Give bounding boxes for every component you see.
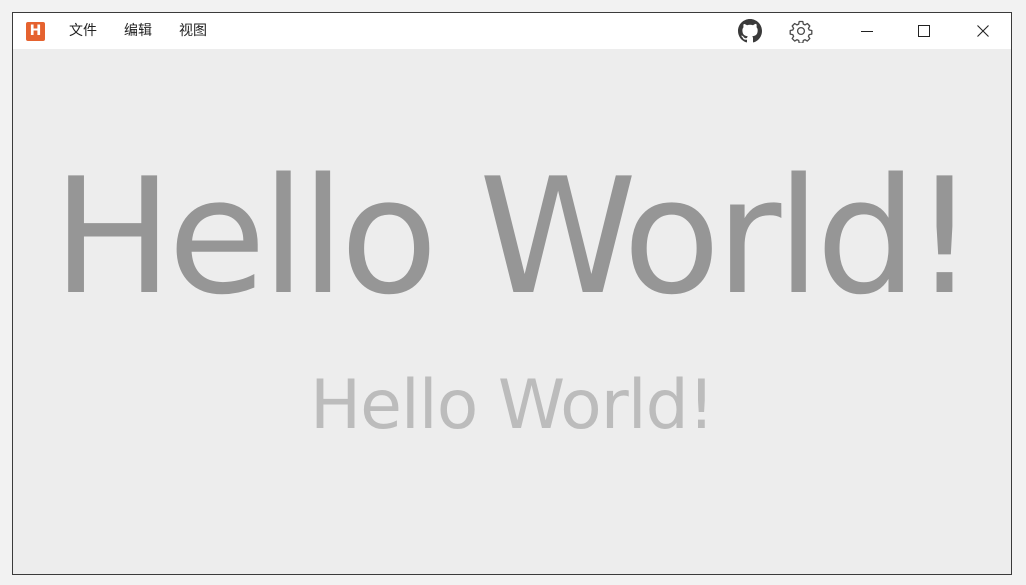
minimize-button[interactable] xyxy=(844,13,890,49)
app-logo: H xyxy=(26,22,45,41)
headline-text: Hello World! xyxy=(52,143,976,330)
main-content: Hello World! Hello World! xyxy=(13,49,1011,574)
maximize-button[interactable] xyxy=(901,13,947,49)
github-icon[interactable] xyxy=(738,19,762,43)
close-icon xyxy=(977,25,989,37)
gear-icon[interactable] xyxy=(789,19,813,44)
menu-edit[interactable]: 编辑 xyxy=(122,13,154,49)
menu-file[interactable]: 文件 xyxy=(67,13,99,49)
close-button[interactable] xyxy=(960,13,1006,49)
menu-view[interactable]: 视图 xyxy=(177,13,209,49)
minimize-icon xyxy=(861,31,873,32)
subheadline-text: Hello World! xyxy=(309,366,715,445)
title-bar[interactable]: H 文件 编辑 视图 xyxy=(13,13,1011,49)
app-window: H 文件 编辑 视图 Hello World! Hello World! xyxy=(12,12,1012,575)
maximize-icon xyxy=(918,25,930,37)
